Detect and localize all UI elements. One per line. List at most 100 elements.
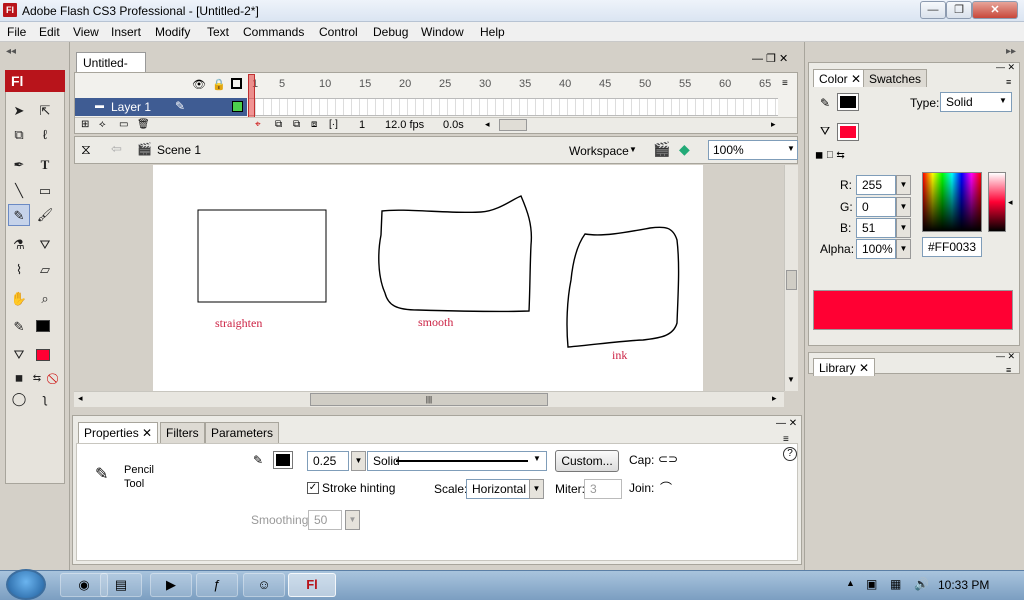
- smooth-shape[interactable]: [378, 195, 533, 313]
- zoom-dropdown-icon[interactable]: ▼: [787, 144, 795, 153]
- tab-properties[interactable]: Properties ✕: [78, 422, 159, 443]
- menu-modify[interactable]: Modify: [155, 25, 190, 39]
- onion-skin-icon[interactable]: ⧉: [275, 119, 282, 130]
- smoothing-field[interactable]: 50: [308, 510, 342, 530]
- hscroll-right-icon[interactable]: ▸: [772, 393, 777, 404]
- lock-layers-icon[interactable]: 🔒: [212, 78, 226, 91]
- collapse-arrows-icon[interactable]: ◂◂: [6, 46, 16, 57]
- fill-color-swatch[interactable]: [36, 349, 50, 361]
- timeline-menu-icon[interactable]: ≡: [782, 78, 788, 89]
- stroke-height-dropdown-icon[interactable]: ▼: [351, 451, 366, 471]
- document-tab[interactable]: Untitled-2*: [76, 52, 146, 84]
- g-dropdown-icon[interactable]: ▼: [896, 197, 911, 217]
- alpha-field[interactable]: 100%: [856, 239, 896, 259]
- delete-layer-icon[interactable]: 🗑: [137, 119, 150, 130]
- frames-row[interactable]: [248, 98, 778, 116]
- cap-dropdown-icon[interactable]: ⊂⊃: [658, 452, 678, 466]
- modify-onion-markers-icon[interactable]: [·]: [329, 119, 338, 130]
- color-panel-controls-icon[interactable]: — ✕: [996, 62, 1015, 73]
- miter-field[interactable]: 3: [584, 479, 622, 499]
- vertical-scrollbar[interactable]: ▼: [784, 165, 798, 391]
- library-panel-controls-icon[interactable]: — ✕: [996, 351, 1015, 362]
- stage[interactable]: straighten smooth ink: [153, 165, 703, 391]
- start-button[interactable]: [6, 569, 46, 600]
- props-panel-controls-icon[interactable]: — ✕: [776, 418, 797, 429]
- flash-player-icon[interactable]: ƒ: [196, 573, 238, 597]
- scale-dropdown-icon[interactable]: ▼: [529, 479, 544, 499]
- pencil-tool-icon[interactable]: ✎: [8, 204, 30, 226]
- free-transform-tool-icon[interactable]: ⧉: [8, 124, 30, 146]
- ink-bottle-tool-icon[interactable]: ⚗: [8, 234, 30, 256]
- layer-outline-color-icon[interactable]: [232, 101, 243, 112]
- brush-tool-icon[interactable]: 🖌: [34, 204, 56, 226]
- expand-arrows-icon[interactable]: ▸▸: [1006, 46, 1016, 57]
- eraser-tool-icon[interactable]: ▱: [34, 259, 56, 281]
- tray-expand-icon[interactable]: ▲: [846, 578, 855, 588]
- help-icon[interactable]: ?: [783, 447, 797, 461]
- hex-field[interactable]: #FF0033: [922, 237, 982, 257]
- subselection-tool-icon[interactable]: ⇱: [34, 100, 56, 122]
- vertical-scroll-thumb[interactable]: [786, 270, 797, 290]
- menu-commands[interactable]: Commands: [243, 25, 304, 39]
- timeline-scroll-thumb[interactable]: [499, 119, 527, 131]
- clock[interactable]: 10:33 PM: [938, 578, 989, 592]
- custom-button[interactable]: Custom...: [555, 450, 619, 472]
- menu-insert[interactable]: Insert: [111, 25, 141, 39]
- onion-skin-outlines-icon[interactable]: ⧉: [293, 119, 300, 130]
- menu-control[interactable]: Control: [319, 25, 358, 39]
- hscroll-left-icon[interactable]: ◂: [78, 393, 83, 404]
- new-folder-icon[interactable]: ▭: [119, 119, 128, 130]
- r-field[interactable]: 255: [856, 175, 896, 195]
- tab-color[interactable]: Color ✕: [813, 69, 868, 87]
- color-panel-menu-icon[interactable]: ≡: [1006, 77, 1011, 87]
- menu-file[interactable]: File: [7, 25, 26, 39]
- b-field[interactable]: 51: [856, 218, 896, 238]
- paint-bucket-tool-icon[interactable]: ⛛: [34, 234, 56, 256]
- color-fill-swatch[interactable]: [837, 123, 859, 141]
- pen-tool-icon[interactable]: ✒: [8, 154, 30, 176]
- ink-shape[interactable]: [566, 226, 680, 348]
- eyedropper-tool-icon[interactable]: ⌇: [8, 259, 30, 281]
- zoom-field[interactable]: 100%: [708, 140, 798, 160]
- menu-edit[interactable]: Edit: [39, 25, 60, 39]
- menu-text[interactable]: Text: [207, 25, 229, 39]
- pencil-mode-icon[interactable]: ʅ: [34, 388, 56, 410]
- center-frame-icon[interactable]: ⌖: [255, 119, 261, 130]
- object-drawing-icon[interactable]: ◯: [8, 388, 30, 410]
- tray-app-icon[interactable]: ▣: [866, 577, 877, 591]
- scene-name[interactable]: Scene 1: [157, 143, 201, 157]
- tab-filters[interactable]: Filters: [160, 422, 205, 443]
- folder-icon[interactable]: ▤: [100, 573, 142, 597]
- network-icon[interactable]: ▦: [890, 577, 901, 591]
- close-button[interactable]: ✕: [972, 1, 1018, 19]
- tab-library[interactable]: Library ✕: [813, 358, 876, 376]
- color-default-icon[interactable]: ◼ ⃠ ⇆: [815, 150, 845, 161]
- brightness-slider[interactable]: [988, 172, 1006, 232]
- menu-view[interactable]: View: [73, 25, 99, 39]
- menu-window[interactable]: Window: [421, 25, 464, 39]
- workspace-dropdown-icon[interactable]: ▼: [629, 145, 637, 154]
- selection-tool-icon[interactable]: ➤: [8, 100, 30, 122]
- library-panel-menu-icon[interactable]: ≡: [1006, 365, 1011, 375]
- line-tool-icon[interactable]: ╲: [8, 180, 30, 202]
- volume-icon[interactable]: 🔊: [914, 577, 929, 591]
- tab-swatches[interactable]: Swatches: [863, 69, 928, 87]
- lasso-tool-icon[interactable]: ℓ: [34, 124, 56, 146]
- stroke-style-select[interactable]: Solid ▼: [367, 451, 547, 471]
- hand-tool-icon[interactable]: ✋: [8, 288, 30, 310]
- no-color-icon[interactable]: ⃠: [44, 368, 66, 390]
- minimize-button[interactable]: —: [920, 1, 946, 19]
- stroke-height-field[interactable]: 0.25: [307, 451, 349, 471]
- back-arrow-icon[interactable]: ⇦: [111, 141, 122, 157]
- tab-parameters[interactable]: Parameters: [205, 422, 280, 443]
- messenger-icon[interactable]: ☺: [243, 573, 285, 597]
- horizontal-scrollbar[interactable]: ◂ ||| ▸: [74, 391, 784, 407]
- scroll-right-icon[interactable]: ▸: [771, 119, 776, 130]
- restore-button[interactable]: ❐: [946, 1, 972, 19]
- stroke-color-swatch[interactable]: [36, 320, 50, 332]
- scroll-down-icon[interactable]: ▼: [787, 375, 795, 384]
- color-stroke-swatch[interactable]: [837, 93, 859, 111]
- r-dropdown-icon[interactable]: ▼: [896, 175, 911, 195]
- straighten-rectangle[interactable]: [197, 209, 327, 303]
- color-spectrum[interactable]: [922, 172, 982, 232]
